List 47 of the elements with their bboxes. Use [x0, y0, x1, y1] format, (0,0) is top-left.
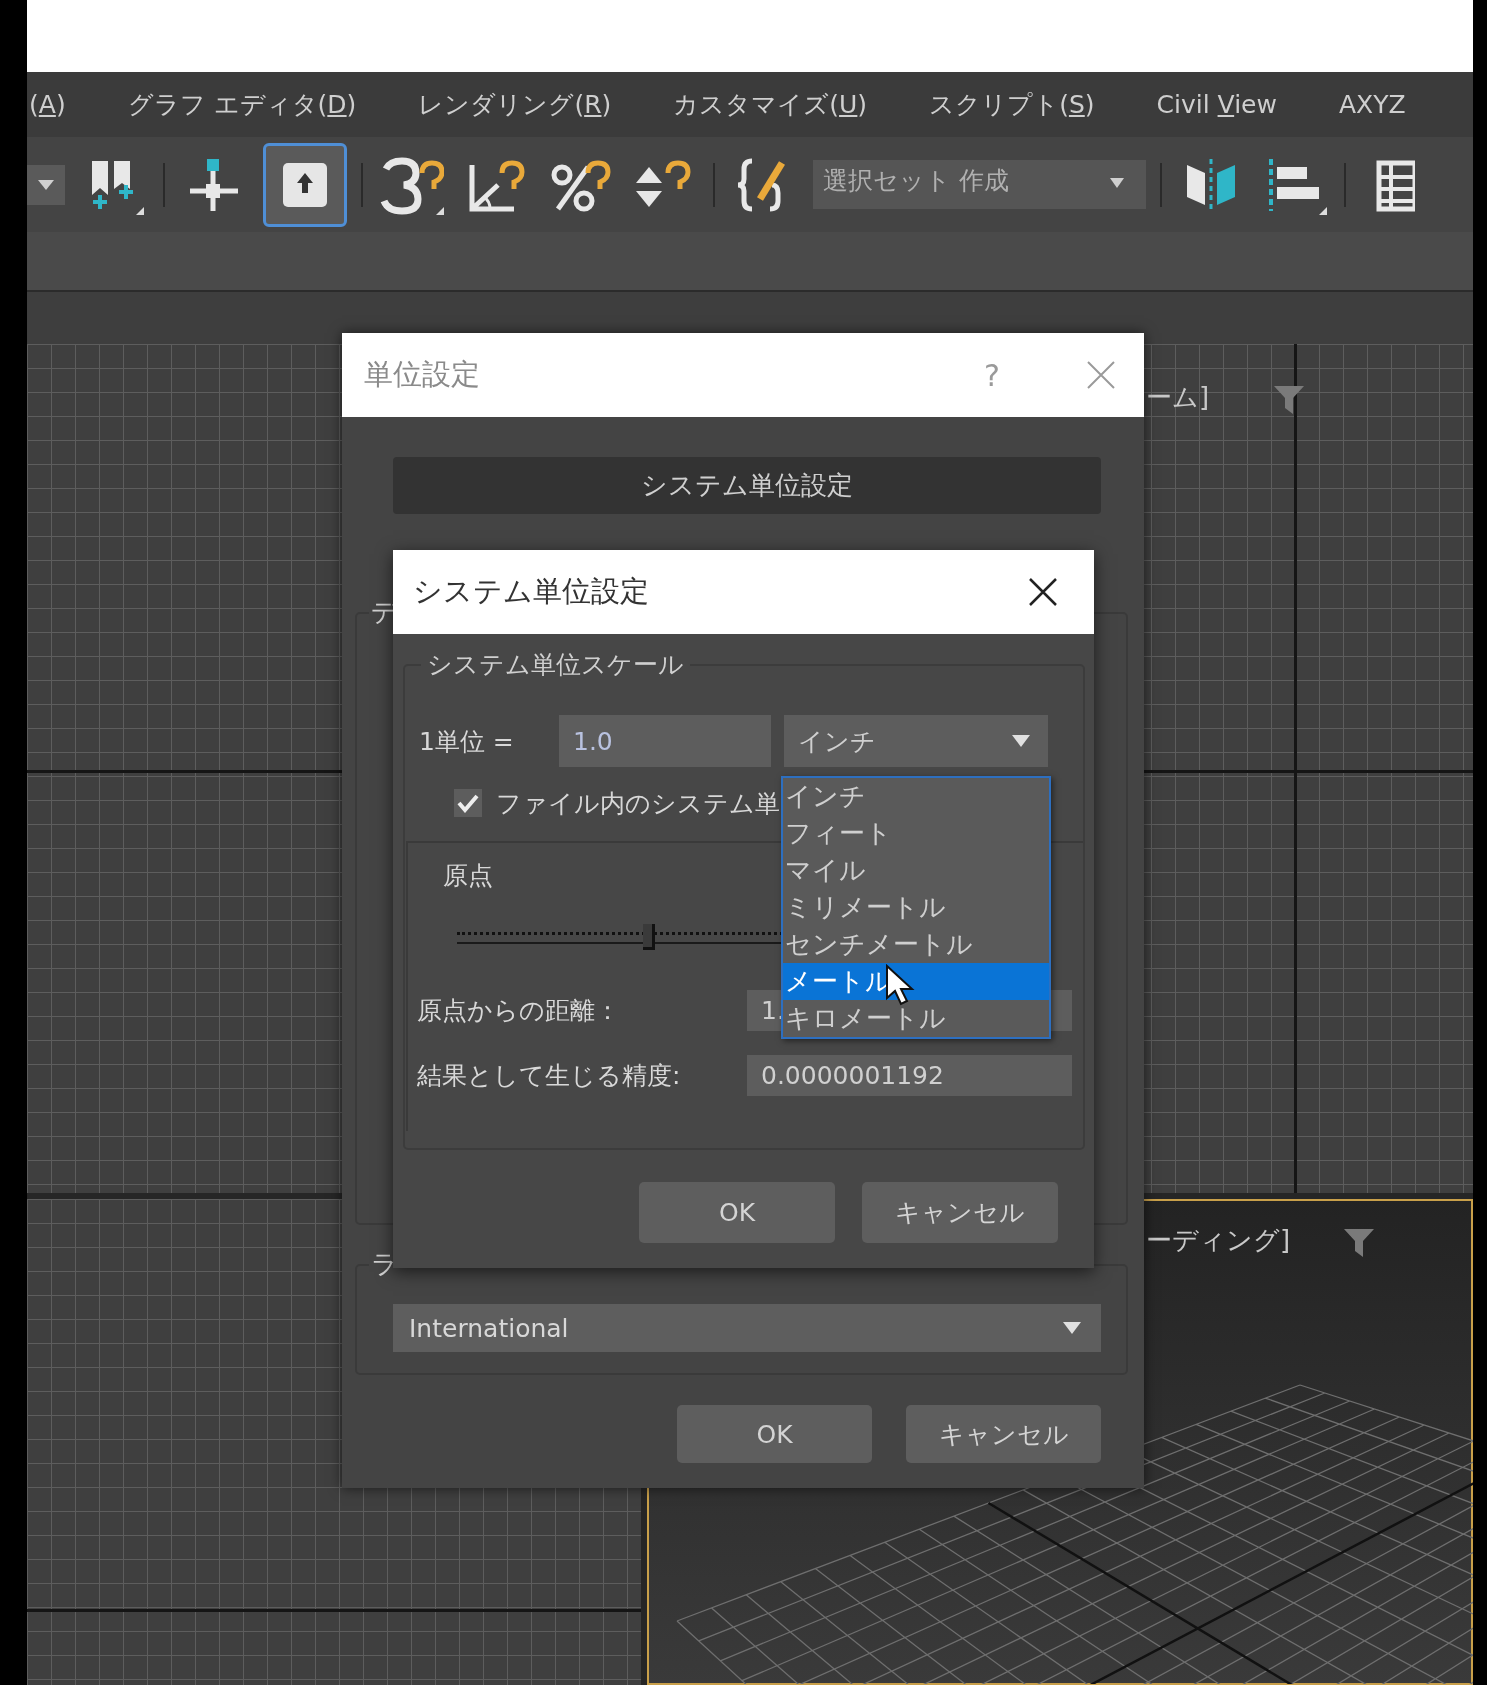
menu-item[interactable]: (A): [29, 90, 66, 119]
field-label: 原点からの距離：: [417, 995, 621, 1027]
section-label: 原点: [443, 860, 493, 892]
menu-item[interactable]: スクリプト(S): [929, 88, 1095, 121]
unit-value-field[interactable]: 1.0: [559, 715, 771, 767]
dropdown-option[interactable]: キロメートル: [783, 1000, 1049, 1037]
slider-thumb[interactable]: [643, 924, 656, 950]
viewport-label[interactable]: ーディング]: [1146, 1223, 1291, 1258]
menu-item[interactable]: カスタマイズ(U): [673, 88, 868, 121]
toolbar-button[interactable]: [263, 142, 347, 227]
close-icon[interactable]: [1028, 577, 1058, 607]
system-units-button[interactable]: システム単位設定: [393, 457, 1101, 514]
dialog-button[interactable]: OK: [677, 1405, 872, 1463]
menu-item[interactable]: AXYZ: [1338, 90, 1406, 119]
viewport-label[interactable]: ーム]: [1146, 380, 1210, 415]
caret-icon: [1063, 1322, 1081, 1334]
caret-icon: [1110, 178, 1124, 188]
dropdown-option[interactable]: ミリメートル: [783, 889, 1049, 926]
menu-item[interactable]: レンダリング(R): [418, 88, 612, 121]
dialog-title: システム単位設定: [413, 573, 650, 610]
dialog-button[interactable]: OK: [639, 1182, 835, 1243]
menu-item[interactable]: グラフ エディタ(D): [127, 88, 357, 121]
field-label: 結果として生じる精度:: [417, 1060, 682, 1092]
dropdown-option[interactable]: フィート: [783, 815, 1049, 852]
toolbar-button[interactable]: [27, 164, 65, 205]
cursor-icon: [885, 964, 915, 1006]
checkbox[interactable]: [454, 789, 482, 817]
unit-dropdown[interactable]: インチ: [784, 715, 1048, 767]
dialog-title: 単位設定: [364, 356, 481, 393]
group-label: システム単位スケール: [426, 649, 685, 681]
caret-icon: [1012, 735, 1030, 747]
precision-field[interactable]: 0.0000001192: [747, 1055, 1072, 1096]
dialog-button[interactable]: キャンセル: [862, 1182, 1058, 1243]
selection-set-dropdown[interactable]: 選択セット 作成: [813, 160, 1146, 209]
dropdown-option[interactable]: マイル: [783, 852, 1049, 889]
filter-icon[interactable]: [1274, 386, 1304, 414]
filter-icon[interactable]: [1344, 1229, 1374, 1257]
dropdown-option[interactable]: インチ: [783, 778, 1049, 815]
help-button[interactable]: ?: [984, 357, 1000, 393]
lighting-units-dropdown[interactable]: International: [393, 1304, 1101, 1352]
dropdown-option[interactable]: センチメートル: [783, 926, 1049, 963]
field-label: 1単位 =: [419, 725, 515, 758]
caret-icon: [38, 179, 54, 190]
group-label: ラ: [370, 1248, 399, 1281]
menu-item[interactable]: Civil View: [1156, 90, 1277, 119]
checkbox-label: ファイル内のシステム単: [496, 787, 780, 820]
dialog-button[interactable]: キャンセル: [906, 1405, 1101, 1463]
